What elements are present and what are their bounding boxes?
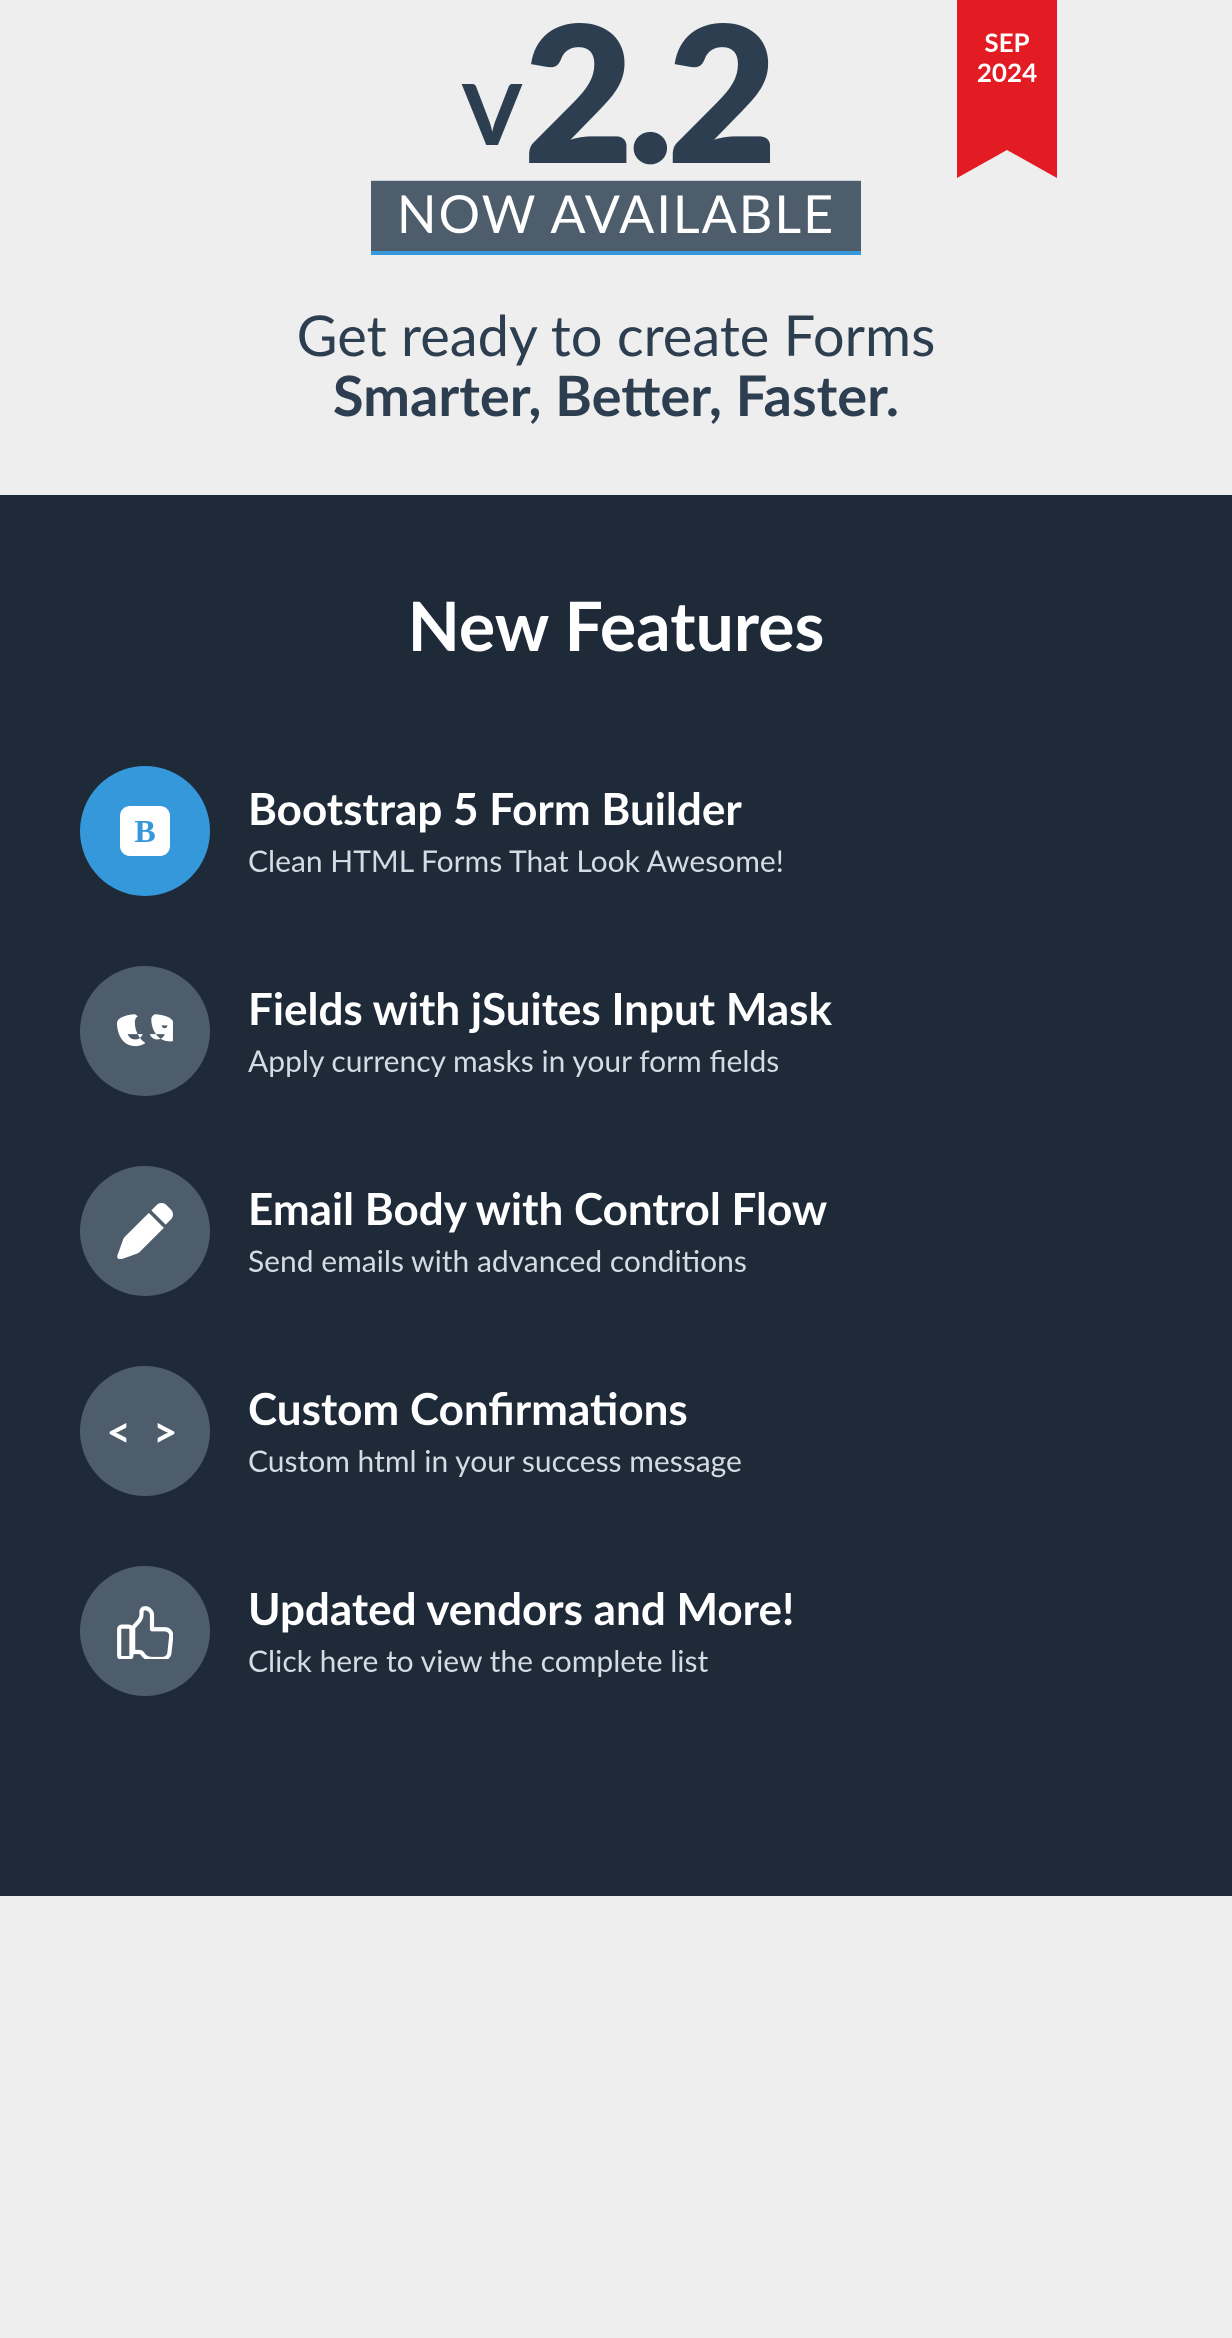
feature-title: Fields with jSuites Input Mask (248, 983, 832, 1035)
date-ribbon: SEP 2024 (957, 0, 1057, 150)
feature-desc: Click here to view the complete list (248, 1643, 794, 1679)
pencil-icon (80, 1166, 210, 1296)
feature-desc: Send emails with advanced conditions (248, 1243, 827, 1279)
feature-item: < > Custom Confirmations Custom html in … (80, 1366, 1152, 1496)
feature-item: Fields with jSuites Input Mask Apply cur… (80, 966, 1152, 1096)
hero-section: SEP 2024 v2.2 NOW AVAILABLE Get ready to… (0, 0, 1232, 495)
features-section: New Features B Bootstrap 5 Form Builder … (0, 495, 1232, 1896)
version-block: v2.2 NOW AVAILABLE (371, 10, 861, 255)
feature-item: Email Body with Control Flow Send emails… (80, 1166, 1152, 1296)
version-number: 2.2 (523, 0, 771, 204)
feature-item[interactable]: Updated vendors and More! Click here to … (80, 1566, 1152, 1696)
ribbon-month: SEP (957, 28, 1057, 58)
feature-title: Bootstrap 5 Form Builder (248, 783, 784, 835)
version-text: v2.2 (371, 10, 861, 172)
code-icon: < > (80, 1366, 210, 1496)
feature-title: Updated vendors and More! (248, 1583, 794, 1635)
features-heading: New Features (80, 585, 1152, 666)
feature-item: B Bootstrap 5 Form Builder Clean HTML Fo… (80, 766, 1152, 896)
feature-desc: Apply currency masks in your form fields (248, 1043, 832, 1079)
tagline-line2: Smarter, Better, Faster. (333, 361, 899, 428)
feature-title: Email Body with Control Flow (248, 1183, 827, 1235)
ribbon-year: 2024 (957, 58, 1057, 88)
feature-desc: Custom html in your success message (248, 1443, 742, 1479)
feature-title: Custom Confirmations (248, 1383, 742, 1435)
feature-desc: Clean HTML Forms That Look Awesome! (248, 843, 784, 879)
thumbs-up-icon (80, 1566, 210, 1696)
version-prefix: v (461, 27, 524, 171)
availability-banner: NOW AVAILABLE (371, 180, 861, 255)
tagline: Get ready to create Forms Smarter, Bette… (0, 305, 1232, 426)
tagline-line1: Get ready to create Forms (0, 305, 1232, 365)
bootstrap-icon: B (80, 766, 210, 896)
masks-icon (80, 966, 210, 1096)
